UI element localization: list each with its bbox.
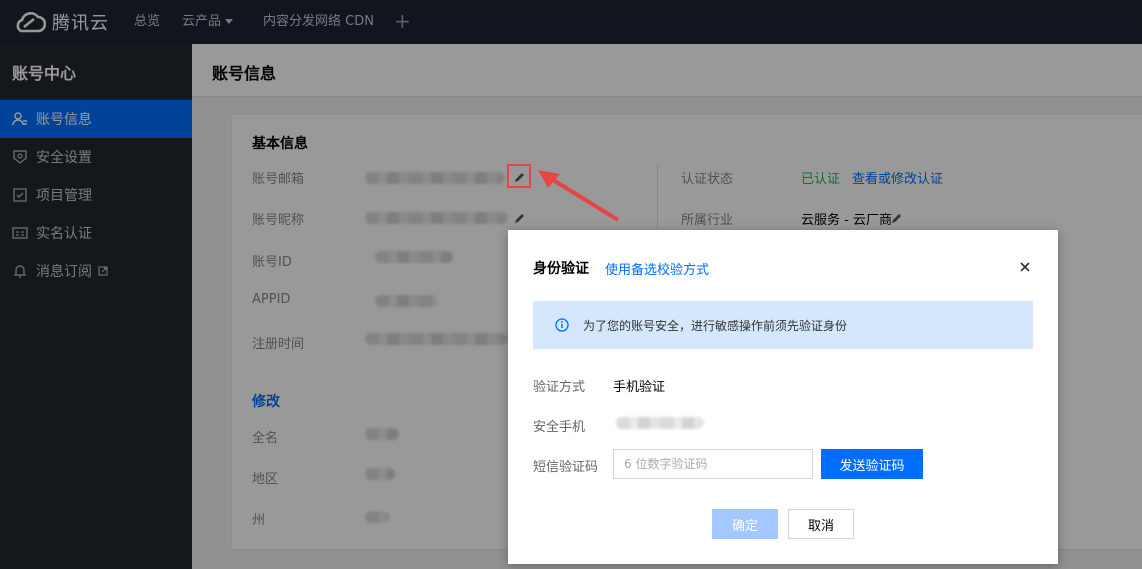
sms-code-input[interactable] <box>613 449 813 479</box>
confirm-button[interactable]: 确定 <box>712 509 778 539</box>
identity-verification-dialog: 身份验证 使用备选校验方式 为了您的账号安全，进行敏感操作前须先验证身份 验证方… <box>508 230 1058 564</box>
security-notice: 为了您的账号安全，进行敏感操作前须先验证身份 <box>533 301 1033 349</box>
send-code-button[interactable]: 发送验证码 <box>821 449 923 479</box>
secure-phone-label: 安全手机 <box>533 420 586 435</box>
verify-method-label: 验证方式 <box>533 380 586 395</box>
secure-phone-redacted <box>616 417 704 429</box>
verify-method-value: 手机验证 <box>613 380 666 395</box>
notice-text: 为了您的账号安全，进行敏感操作前须先验证身份 <box>583 318 848 333</box>
highlight-box <box>507 164 531 188</box>
annotation-arrow-icon <box>538 170 620 222</box>
info-icon <box>555 318 569 332</box>
dialog-title: 身份验证 <box>533 261 589 277</box>
cancel-button[interactable]: 取消 <box>788 509 854 539</box>
alternate-verification-link[interactable]: 使用备选校验方式 <box>605 259 709 278</box>
sms-code-label: 短信验证码 <box>533 460 599 475</box>
close-icon[interactable] <box>1018 260 1032 274</box>
